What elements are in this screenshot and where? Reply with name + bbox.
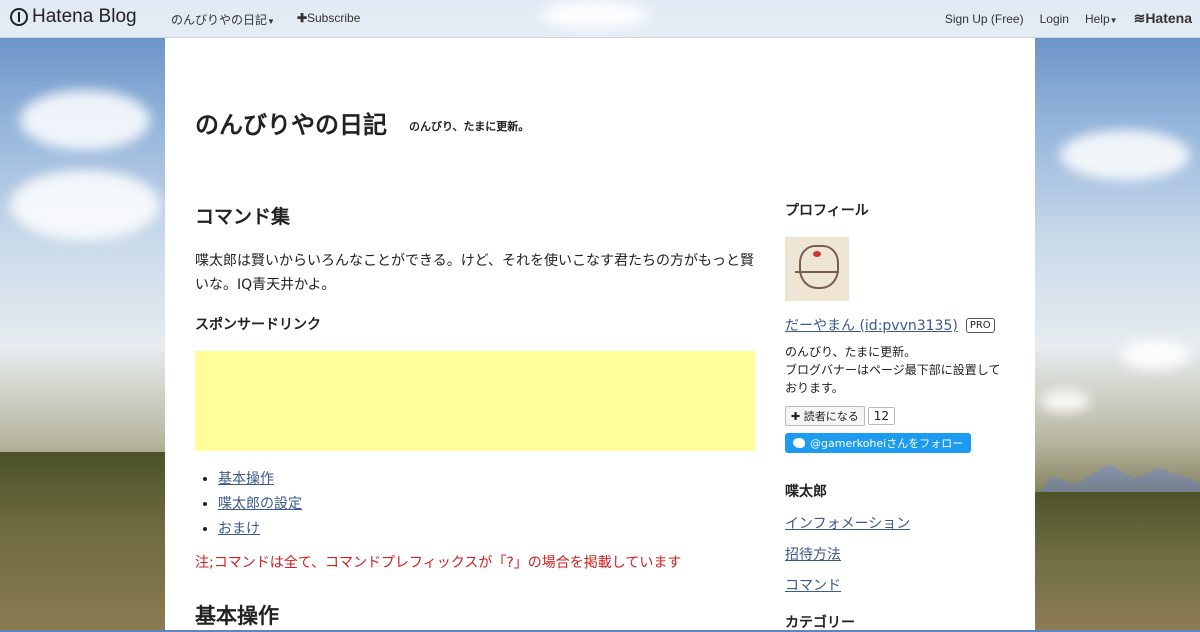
help-label: Help — [1084, 12, 1110, 26]
entry-title[interactable]: コマンド集 — [195, 202, 755, 229]
subscribe-button[interactable]: ✚Subscribe — [297, 11, 360, 28]
profile-name-row: だーやまん (id:pvvn3135) PRO — [785, 315, 1005, 335]
sidebar-link-invite[interactable]: 招待方法 — [785, 545, 1005, 565]
help-dropdown[interactable]: Help▼ — [1085, 12, 1118, 26]
background-ground — [1035, 492, 1200, 630]
section-heading: 基本操作 — [195, 604, 279, 628]
reader-row: ✚ 読者になる 12 — [785, 406, 1005, 426]
toc-item: 基本操作 — [218, 467, 755, 492]
toc-item: 喋太郎の設定 — [218, 492, 755, 517]
hatena-blog-logo[interactable]: Hatena Blog — [10, 6, 137, 28]
background-cloud — [1060, 130, 1190, 180]
plus-icon: ✚ — [791, 410, 801, 423]
twitter-bird-icon — [793, 438, 805, 448]
caret-down-icon: ▼ — [1109, 16, 1118, 25]
toc-item: おまけ — [218, 517, 755, 542]
blog-page: のんびりやの日記 のんびり、たまに更新。 コマンド集 喋太郎は賢いからいろんなこ… — [165, 38, 1035, 632]
become-reader-button[interactable]: ✚ 読者になる — [785, 406, 865, 426]
profile-description-line: のんびり、たまに更新。 — [785, 345, 917, 359]
hatena-logo[interactable]: ≋Hatena — [1134, 10, 1192, 27]
sidebar-link-command[interactable]: コマンド — [785, 576, 1005, 596]
reader-button-label: 読者になる — [803, 410, 859, 423]
profile-description-line: ブログバナーはページ最下部に設置しております。 — [785, 363, 1001, 395]
profile-heading: プロフィール — [785, 203, 869, 219]
plus-icon: ✚ — [296, 11, 307, 25]
sidebar-section-heading: 喋太郎 — [785, 484, 827, 500]
sidebar: プロフィール だーやまん (id:pvvn3135) PRO のんびり、たまに更… — [785, 200, 1005, 632]
profile-description: のんびり、たまに更新。 ブログバナーはページ最下部に設置しております。 — [785, 343, 1005, 397]
signup-link[interactable]: Sign Up (Free) — [945, 12, 1024, 26]
global-header: Hatena Blog のんびりやの日記▼ ✚Subscribe Sign Up… — [0, 0, 1200, 38]
twitter-follow-button[interactable]: @gamerkoheiさんをフォロー — [785, 433, 972, 453]
avatar-mark — [813, 251, 821, 257]
entry-content: コマンド集 喋太郎は賢いからいろんなことができる。けど、それを使いこなす君たちの… — [195, 202, 755, 630]
hatena-blog-icon — [10, 8, 28, 26]
entry-paragraph: 喋太郎は賢いからいろんなことができる。けど、それを使いこなす君たちの方がもっと賢… — [195, 253, 755, 293]
sidebar-link-list: インフォメーション 招待方法 コマンド — [785, 514, 1005, 596]
ad-slot[interactable] — [195, 351, 755, 451]
toc-link-extra[interactable]: おまけ — [218, 521, 260, 537]
toc-link-basic[interactable]: 基本操作 — [218, 471, 274, 487]
twitter-follow-label: @gamerkoheiさんをフォロー — [810, 437, 964, 450]
caret-down-icon: ▼ — [267, 17, 275, 26]
avatar-body — [795, 271, 839, 299]
toc-link-settings[interactable]: 喋太郎の設定 — [218, 496, 302, 512]
sidebar-link-information[interactable]: インフォメーション — [785, 514, 1005, 534]
background-cloud — [1040, 390, 1090, 412]
subscribe-label: Subscribe — [307, 11, 361, 25]
login-link[interactable]: Login — [1040, 12, 1069, 26]
sponsor-heading: スポンサードリンク — [195, 317, 321, 333]
brand-text: Hatena Blog — [32, 6, 137, 27]
background-cloud — [10, 170, 160, 240]
reader-count: 12 — [867, 407, 895, 425]
background-cloud — [20, 90, 150, 150]
blog-description: のんびり、たまに更新。 — [409, 120, 530, 133]
background-ground — [0, 452, 165, 630]
background-cloud — [1120, 340, 1190, 370]
entry-note: 注;コマンドは全て、コマンドプレフィックスが「?」の場合を掲載しています — [195, 555, 682, 571]
category-heading: カテゴリー — [785, 615, 855, 631]
blog-menu-dropdown[interactable]: のんびりやの日記▼ — [171, 11, 275, 28]
hatena-label: Hatena — [1145, 10, 1192, 26]
pro-badge: PRO — [965, 317, 995, 333]
avatar[interactable] — [785, 237, 849, 301]
profile-name-link[interactable]: だーやまん (id:pvvn3135) — [785, 315, 958, 335]
hatena-icon: ≋ — [1133, 10, 1146, 26]
table-of-contents: 基本操作 喋太郎の設定 おまけ — [195, 467, 755, 542]
blog-menu-label: のんびりやの日記 — [171, 13, 268, 27]
blog-title[interactable]: のんびりやの日記 — [195, 105, 387, 140]
